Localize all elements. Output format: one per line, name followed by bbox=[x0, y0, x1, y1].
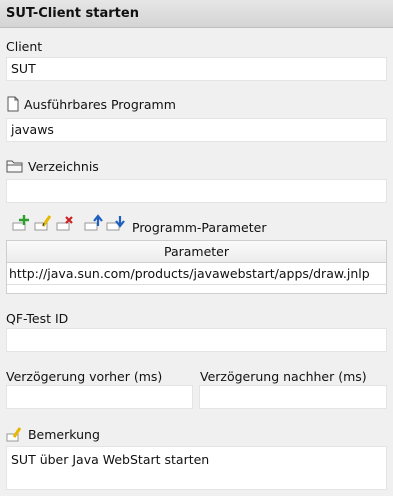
program-label-row: Ausführbares Programm bbox=[6, 96, 176, 115]
delete-icon[interactable] bbox=[56, 214, 76, 232]
edit-comment-icon bbox=[6, 426, 24, 445]
add-icon[interactable] bbox=[12, 214, 32, 232]
comment-label-row: Bemerkung bbox=[6, 426, 100, 445]
table-header-parameter[interactable]: Parameter bbox=[7, 241, 386, 263]
delay-before-label: Verzögerung vorher (ms) bbox=[6, 369, 163, 384]
node-title: SUT-Client starten bbox=[0, 0, 393, 28]
parameters-table[interactable]: Parameter http://java.sun.com/products/j… bbox=[6, 240, 387, 294]
edit-icon[interactable] bbox=[34, 214, 54, 232]
table-row[interactable]: http://java.sun.com/products/javawebstar… bbox=[7, 263, 386, 285]
qftest-id-field[interactable] bbox=[6, 328, 387, 352]
delay-after-label: Verzögerung nachher (ms) bbox=[200, 369, 367, 384]
parameters-label: Programm-Parameter bbox=[132, 220, 267, 235]
folder-icon bbox=[6, 158, 24, 177]
comment-label: Bemerkung bbox=[27, 427, 100, 442]
program-label: Ausführbares Programm bbox=[23, 97, 176, 112]
move-down-icon[interactable] bbox=[106, 214, 126, 232]
qftest-id-label: QF-Test ID bbox=[6, 311, 69, 326]
document-icon bbox=[6, 96, 20, 115]
client-field[interactable]: SUT bbox=[6, 57, 387, 81]
comment-field[interactable]: SUT über Java WebStart starten bbox=[6, 446, 387, 490]
directory-label-row: Verzeichnis bbox=[6, 158, 99, 177]
delay-before-field[interactable] bbox=[6, 385, 193, 409]
client-label: Client bbox=[6, 39, 43, 54]
directory-label: Verzeichnis bbox=[27, 159, 99, 174]
delay-after-field[interactable] bbox=[199, 385, 387, 409]
directory-field[interactable] bbox=[6, 179, 387, 203]
move-up-icon[interactable] bbox=[84, 214, 104, 232]
program-field[interactable]: javaws bbox=[6, 118, 387, 142]
